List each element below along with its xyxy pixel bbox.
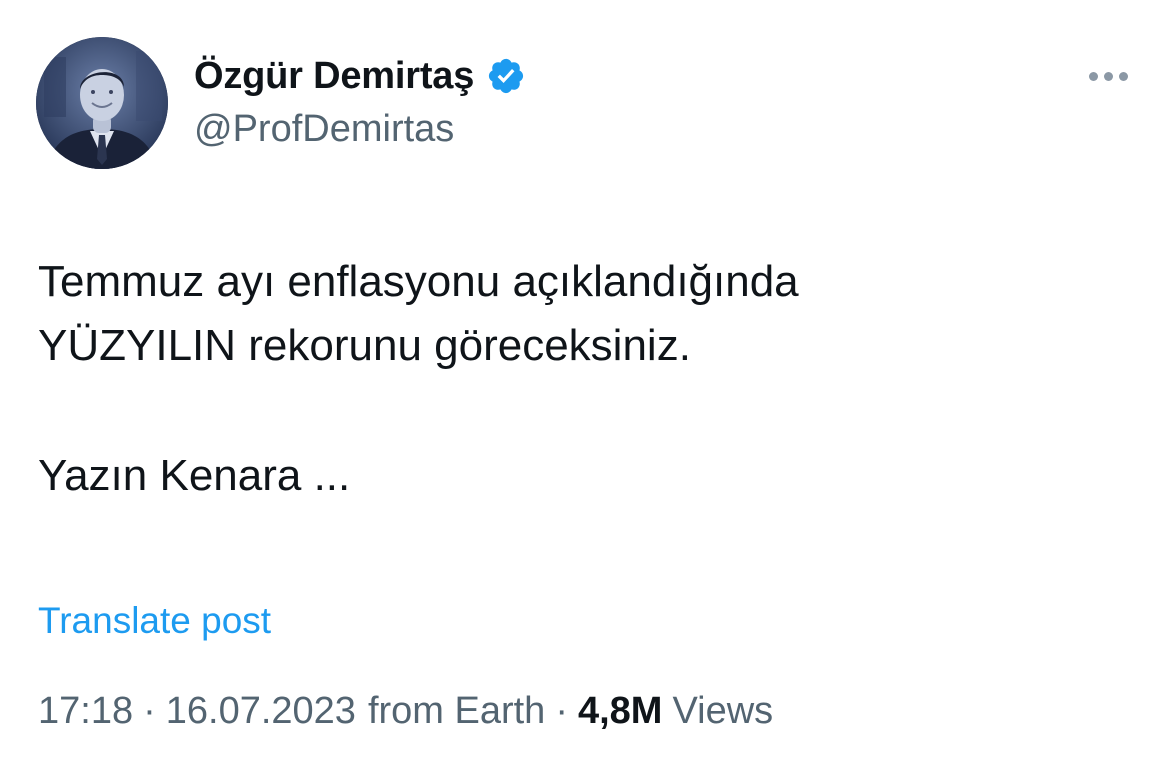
translate-post-link[interactable]: Translate post xyxy=(38,600,271,642)
author-display-name[interactable]: Özgür Demirtaş xyxy=(194,55,474,98)
post-card: Özgür Demirtaş @ProfDemirtas Temmuz ayı … xyxy=(0,0,1170,760)
more-horizontal-icon[interactable] xyxy=(1084,62,1132,90)
views-label: Views xyxy=(672,690,774,732)
post-location: from Earth xyxy=(367,690,546,732)
post-date[interactable]: 16.07.2023 xyxy=(166,690,356,733)
more-dot xyxy=(1088,71,1098,81)
post-text-line: Temmuz ayı enflasyonu açıklandığında xyxy=(38,257,799,306)
avatar[interactable] xyxy=(36,37,168,169)
post-text: Temmuz ayı enflasyonu açıklandığında YÜZ… xyxy=(38,250,1128,508)
avatar-image xyxy=(36,37,168,169)
more-dot xyxy=(1103,71,1113,81)
post-meta: 17:18 · 16.07.2023 from Earth · 4,8M Vie… xyxy=(38,690,773,733)
author-handle[interactable]: @ProfDemirtas xyxy=(194,108,454,151)
meta-separator: · xyxy=(143,690,156,732)
post-time[interactable]: 17:18 xyxy=(38,690,133,733)
post-text-line: YÜZYILIN rekorunu göreceksiniz. xyxy=(38,321,691,370)
post-text-line: Yazın Kenara ... xyxy=(38,451,351,500)
author-name-row: Özgür Demirtaş xyxy=(194,52,526,100)
views-count[interactable]: 4,8M xyxy=(578,690,662,733)
verified-badge-icon[interactable] xyxy=(486,56,526,96)
meta-separator: · xyxy=(555,690,568,732)
more-dot xyxy=(1118,71,1128,81)
